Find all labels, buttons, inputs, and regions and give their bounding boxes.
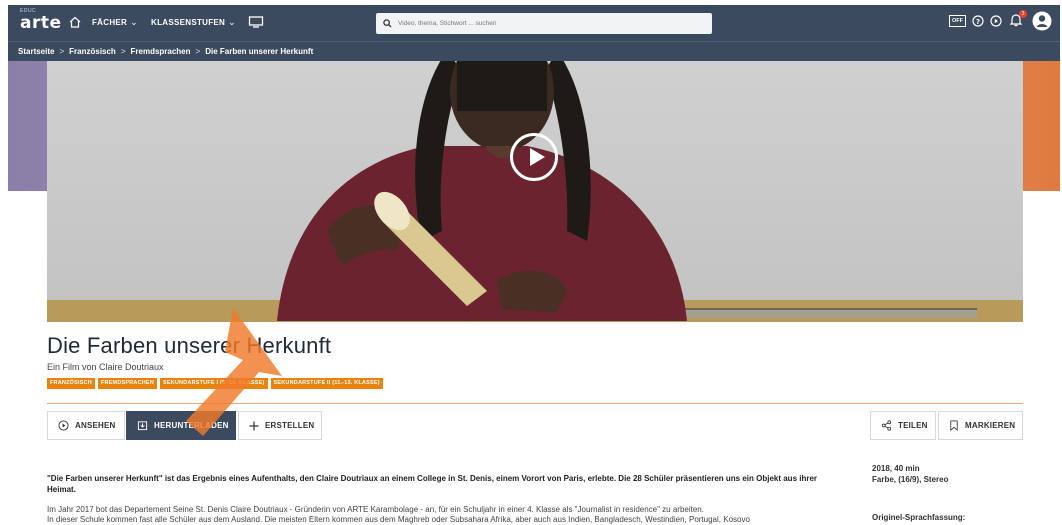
svg-text:?: ? [976, 18, 980, 26]
bookmark-button[interactable]: MARKIEREN [938, 411, 1023, 440]
create-button[interactable]: ERSTELLEN [238, 411, 322, 440]
video-person-illustration [277, 61, 687, 321]
play-circle-icon [58, 420, 69, 431]
notifications-button[interactable]: 3 [1008, 10, 1027, 30]
tag-french[interactable]: FRANZÖSISCH [47, 378, 95, 389]
download-button[interactable]: HERUNTERLADEN [126, 411, 236, 440]
breadcrumb-item-current: Die Farben unserer Herkunft [205, 47, 314, 56]
download-button-label: HERUNTERLADEN [154, 421, 229, 430]
notification-count-badge: 3 [1019, 10, 1027, 18]
tag-secondary-level-1[interactable]: SEKUNDARSTUFE I (5.-10. KLASSE) [159, 378, 268, 389]
chevron-down-icon: ⌄ [228, 17, 236, 27]
description-lead: "Die Farben unserer Herkunft" ist das Er… [47, 474, 818, 494]
film-credit: Ein Film von Claire Doutriaux [47, 362, 164, 372]
breadcrumb-item-foreign-languages[interactable]: Fremdsprachen [131, 47, 191, 56]
arte-logo[interactable]: EDUC arte [20, 8, 62, 32]
nav-subjects-label: FÄCHER [92, 18, 128, 27]
breadcrumb-item-home[interactable]: Startseite [18, 47, 54, 56]
share-icon [881, 420, 892, 431]
monitor-icon[interactable] [248, 15, 264, 29]
original-version-label: Originel-Sprachfassung: [872, 513, 966, 522]
home-icon[interactable] [68, 15, 82, 29]
watch-button[interactable]: ANSEHEN [47, 411, 125, 440]
breadcrumb-separator: > [195, 47, 201, 56]
create-button-label: ERSTELLEN [265, 421, 315, 430]
description-line-2: In dieser Schule kommen fast alle Schüle… [47, 515, 750, 524]
nav-grades-label: KLASSENSTUFEN [151, 18, 226, 27]
nav-subjects-menu[interactable]: FÄCHER ⌄ [92, 17, 138, 28]
search-icon [383, 19, 392, 28]
page-title: Die Farben unserer Herkunft [47, 333, 332, 358]
play-video-button[interactable] [510, 133, 558, 181]
help-icon[interactable]: ? [972, 15, 984, 27]
breadcrumb: Startseite > Französisch > Fremdsprachen… [8, 41, 1060, 61]
offline-badge[interactable]: OFF [949, 15, 966, 27]
description-line-1: Im Jahr 2017 bot das Departement Seine S… [47, 505, 704, 514]
video-player[interactable] [47, 61, 1023, 322]
top-navigation-bar: EDUC arte FÄCHER ⌄ KLASSENSTUFEN ⌄ OFF ? [8, 5, 1060, 41]
nav-grades-menu[interactable]: KLASSENSTUFEN ⌄ [151, 17, 236, 28]
tag-secondary-level-2[interactable]: SEKUNDARSTUFE II (11.-13. KLASSE) [270, 378, 383, 389]
video-format: Farbe, (16/9), Stereo [872, 475, 949, 484]
share-button[interactable]: TEILEN [870, 411, 936, 440]
breadcrumb-separator: > [120, 47, 126, 56]
top-right-tools: OFF ? 3 [949, 10, 1052, 31]
logo-brand-label: arte [20, 13, 62, 33]
year-duration: 2018, 40 min [872, 464, 920, 473]
search-input[interactable] [398, 20, 698, 27]
search-bar[interactable] [376, 13, 712, 34]
tag-list: FRANZÖSISCH FREMDSPRACHEN SEKUNDARSTUFE … [47, 378, 383, 389]
bookmark-button-label: MARKIEREN [965, 421, 1016, 430]
breadcrumb-separator: > [59, 47, 65, 56]
bookmark-icon [950, 420, 958, 431]
download-icon [137, 421, 148, 431]
user-account-icon[interactable] [1032, 11, 1052, 31]
tag-foreign-languages[interactable]: FREMDSPRACHEN [97, 378, 157, 389]
section-divider [47, 403, 1023, 404]
watch-button-label: ANSEHEN [75, 421, 116, 430]
chevron-down-icon: ⌄ [130, 17, 138, 27]
play-circle-icon[interactable] [990, 15, 1002, 27]
share-button-label: TEILEN [898, 421, 928, 430]
description-body: Im Jahr 2017 bot das Departement Seine S… [47, 505, 847, 525]
video-meta: 2018, 40 min Farbe, (16/9), Stereo [872, 463, 948, 485]
plus-icon [249, 421, 259, 430]
breadcrumb-item-french[interactable]: Französisch [69, 47, 116, 56]
